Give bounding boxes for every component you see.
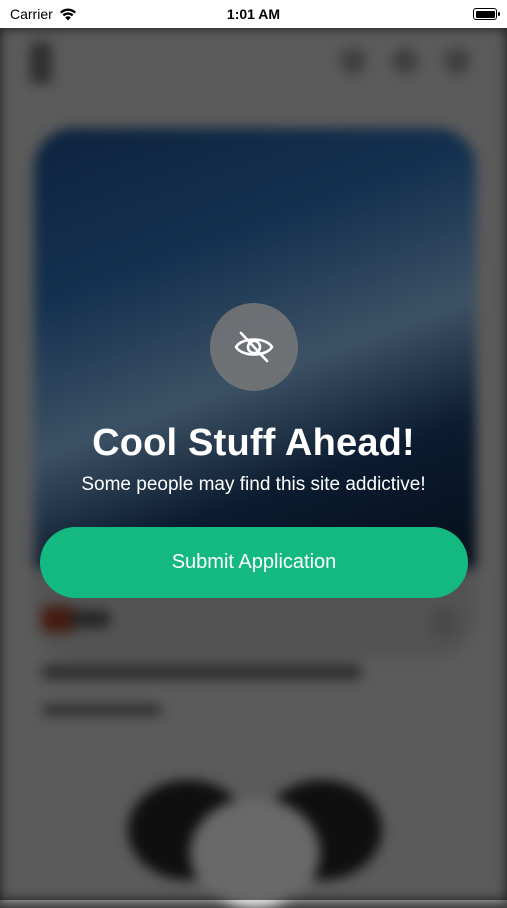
eye-off-badge <box>210 303 298 391</box>
status-bar: Carrier 1:01 AM <box>0 0 507 28</box>
eye-off-icon <box>234 331 274 363</box>
modal-title: Cool Stuff Ahead! <box>92 422 415 464</box>
battery-icon <box>473 8 500 20</box>
carrier-label: Carrier <box>10 6 53 22</box>
content-warning-modal: Cool Stuff Ahead! Some people may find t… <box>0 0 507 900</box>
wifi-icon <box>59 8 76 21</box>
submit-application-button[interactable]: Submit Application <box>40 527 468 598</box>
modal-subtitle: Some people may find this site addictive… <box>81 474 426 495</box>
